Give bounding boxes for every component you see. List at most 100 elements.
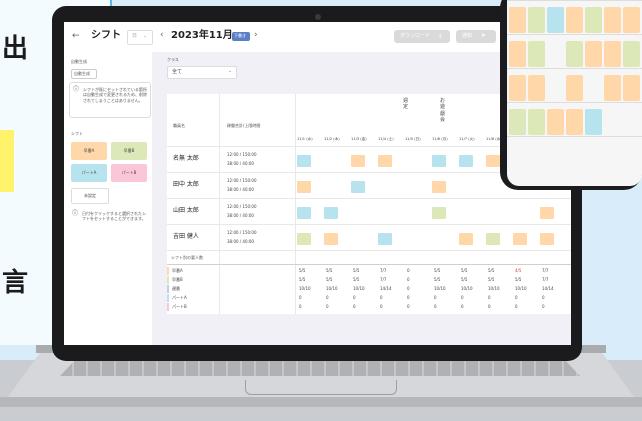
shift-cell[interactable] xyxy=(324,207,338,219)
shift-cell[interactable] xyxy=(297,155,311,167)
calendar-shift-cell[interactable] xyxy=(604,7,621,33)
calendar-shift-cell[interactable] xyxy=(528,7,545,33)
camera-icon xyxy=(315,14,321,20)
summary-value: 7/7 xyxy=(542,268,549,273)
view-select[interactable]: 日 ⌄ xyxy=(127,30,153,45)
calendar-shift-cell[interactable] xyxy=(566,41,583,67)
calendar-shift-cell[interactable] xyxy=(547,109,564,135)
shift-cell[interactable] xyxy=(378,155,392,167)
date-header[interactable]: 11/1 (水) xyxy=(297,137,313,142)
calendar-shift-cell[interactable] xyxy=(604,41,621,67)
calendar-shift-cell[interactable] xyxy=(585,7,602,33)
send-icon: ➤ xyxy=(481,32,487,39)
prev-month-icon[interactable]: ‹ xyxy=(160,31,164,40)
summary-value: 0 xyxy=(407,295,410,300)
shift-cell[interactable] xyxy=(432,207,446,219)
date-header[interactable]: 11/2 (木) xyxy=(324,137,340,142)
summary-label: 早番B xyxy=(172,277,183,282)
shift-cell[interactable] xyxy=(297,233,311,245)
staff-name: 田中 太郎 xyxy=(173,181,199,188)
calendar-shift-cell[interactable] xyxy=(509,41,526,67)
shift-chip-early-a[interactable]: 早番A xyxy=(71,142,107,160)
calendar-shift-cell[interactable] xyxy=(566,7,583,33)
calendar-shift-cell[interactable] xyxy=(566,75,583,101)
date-header[interactable]: 11/6 (月) xyxy=(432,137,448,142)
view-select-value: 日 xyxy=(132,33,138,39)
hint-text: 日付をクリックすると選択されたシフトをセットすることができます。 xyxy=(82,211,146,222)
summary-value: 5/5 xyxy=(299,268,306,273)
summary-value: 14/14 xyxy=(542,286,554,291)
shift-cell[interactable] xyxy=(486,233,500,245)
download-button[interactable]: ダウンロード ⤓ xyxy=(394,30,450,43)
calendar-shift-cell[interactable] xyxy=(509,7,526,33)
shift-cell[interactable] xyxy=(351,181,365,193)
download-icon: ⤓ xyxy=(439,32,442,39)
promo-char-1: 出 xyxy=(2,34,29,64)
summary-value: 5/5 xyxy=(326,277,333,282)
shift-cell[interactable] xyxy=(297,181,311,193)
calendar-shift-cell[interactable] xyxy=(528,41,545,67)
calendar-shift-cell[interactable] xyxy=(547,7,564,33)
calendar-shift-cell[interactable] xyxy=(509,109,526,135)
shift-cell[interactable] xyxy=(351,155,365,167)
calendar-shift-cell[interactable] xyxy=(528,75,545,101)
summary-value: 5/5 xyxy=(515,277,522,282)
shift-cell[interactable] xyxy=(540,233,554,245)
shift-cell[interactable] xyxy=(324,233,338,245)
staff-name: 山田 太郎 xyxy=(173,207,199,214)
next-month-icon[interactable]: › xyxy=(254,31,258,40)
shift-cell[interactable] xyxy=(432,181,446,193)
date-header[interactable]: 11/4 (土) xyxy=(378,137,394,142)
shift-cell[interactable] xyxy=(459,233,473,245)
divider xyxy=(295,94,296,314)
hours-monthly: 12:00 / 150:00 xyxy=(227,152,257,157)
calendar-shift-cell[interactable] xyxy=(528,109,545,135)
trackpad xyxy=(245,380,397,395)
shift-chip-unset[interactable]: 未設定 xyxy=(71,188,109,204)
notify-label: 通知 xyxy=(462,33,473,39)
divider xyxy=(507,136,642,137)
auto-generate-button[interactable]: 自動生成 xyxy=(71,69,97,79)
shift-cell[interactable] xyxy=(459,155,473,167)
shift-chip-part-a[interactable]: パートA xyxy=(71,164,107,182)
sidebar: 自動生成 自動生成 ⓘ シフトが既にセットされている箇所は自動生成で変更されるた… xyxy=(64,52,153,345)
shift-cell[interactable] xyxy=(513,233,527,245)
summary-value: 0 xyxy=(542,304,545,309)
back-icon[interactable]: ← xyxy=(72,32,80,41)
summary-value: 0 xyxy=(488,304,491,309)
summary-value: 0 xyxy=(353,295,356,300)
shift-cell[interactable] xyxy=(432,155,446,167)
calendar-shift-cell[interactable] xyxy=(509,75,526,101)
col-staff-header: 職員名 xyxy=(173,123,185,128)
calendar-shift-cell[interactable] xyxy=(604,75,621,101)
date-header[interactable]: 11/5 (日) xyxy=(405,137,421,142)
date-header[interactable]: 11/3 (金) xyxy=(351,137,367,142)
staff-name: 名無 太郎 xyxy=(173,155,199,162)
summary-value: 0 xyxy=(407,286,410,291)
hours-weekly: 38:00 / 40:00 xyxy=(227,161,254,166)
summary-label: 早番A xyxy=(172,268,183,273)
summary-value: 0 xyxy=(434,304,437,309)
calendar-shift-cell[interactable] xyxy=(585,41,602,67)
shift-chip-early-b[interactable]: 早番B xyxy=(111,142,147,160)
summary-label: パートA xyxy=(172,295,187,300)
summary-value: 14/14 xyxy=(380,286,392,291)
special-day-1: 週 定 xyxy=(403,98,409,111)
shift-cell[interactable] xyxy=(297,207,311,219)
calendar-shift-cell[interactable] xyxy=(585,109,602,135)
shift-cell[interactable] xyxy=(378,233,392,245)
notify-button[interactable]: 通知 ➤ xyxy=(456,30,496,43)
calendar-shift-cell[interactable] xyxy=(623,75,640,101)
summary-value: 0 xyxy=(515,295,518,300)
summary-value: 0 xyxy=(326,295,329,300)
calendar-shift-cell[interactable] xyxy=(566,109,583,135)
shift-cell[interactable] xyxy=(486,155,500,167)
calendar-shift-cell[interactable] xyxy=(623,7,640,33)
class-select[interactable]: 全て ⌄ xyxy=(167,66,237,79)
calendar-shift-cell[interactable] xyxy=(623,41,640,67)
summary-value: 5/5 xyxy=(353,277,360,282)
shift-cell[interactable] xyxy=(540,207,554,219)
summary-value: 5/5 xyxy=(488,268,495,273)
date-header[interactable]: 11/7 (火) xyxy=(459,137,475,142)
shift-chip-part-b[interactable]: パートB xyxy=(111,164,147,182)
